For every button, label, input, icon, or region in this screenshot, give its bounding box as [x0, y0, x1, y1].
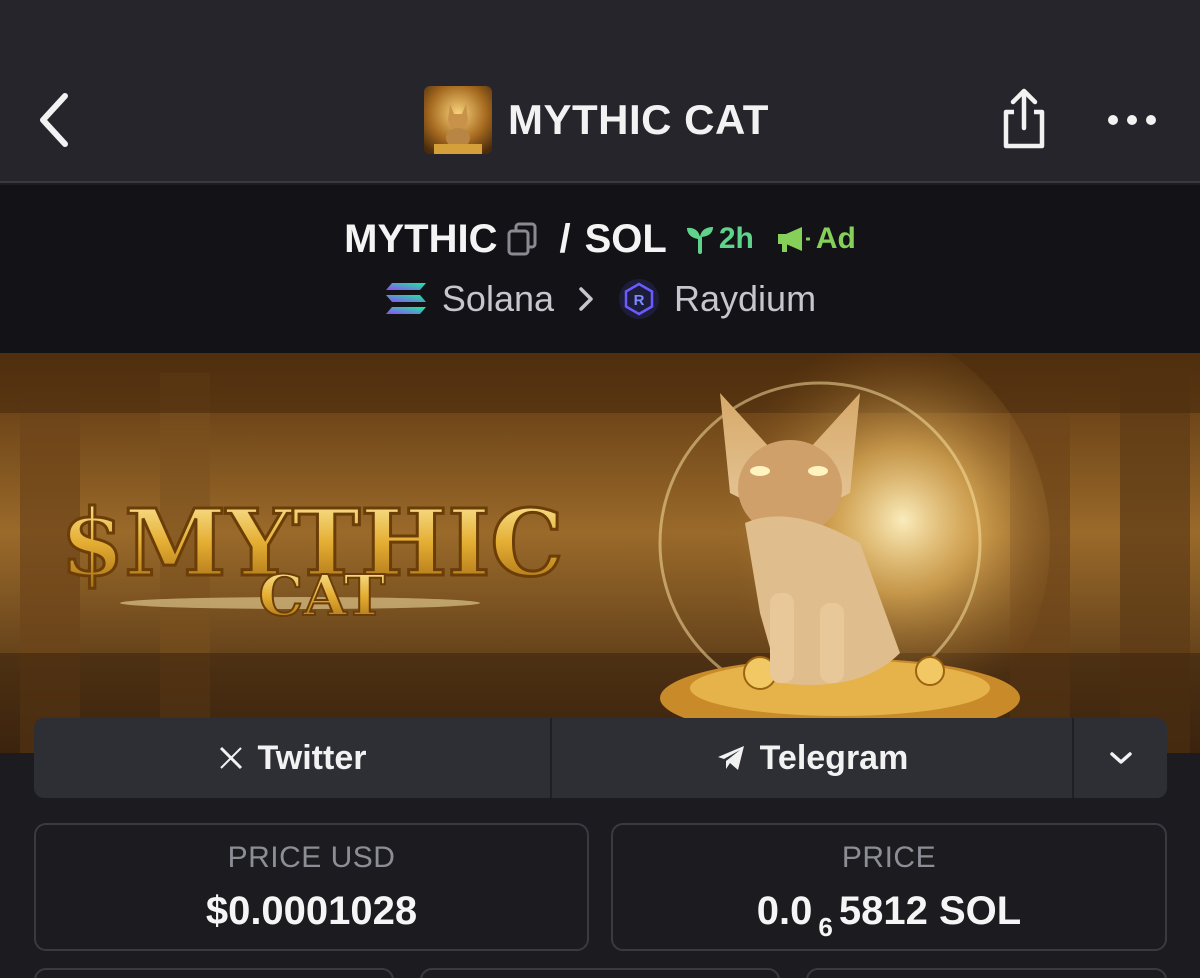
pair-age-badge: 2h	[685, 222, 754, 256]
top-header: MYTHIC CAT	[0, 0, 1200, 183]
price-usd-value: $0.0001028	[205, 889, 418, 933]
pair-info: MYTHIC / SOL 2h Ad Solana R Raydium	[0, 185, 1200, 353]
pair-quote-symbol: SOL	[584, 216, 667, 261]
price-native-card: PRICE 0.0 6 5812 SOL	[611, 823, 1167, 951]
telegram-button[interactable]: Telegram	[552, 718, 1074, 798]
social-links-bar: Twitter Telegram	[34, 718, 1167, 798]
header-title-group: MYTHIC CAT	[424, 86, 769, 154]
twitter-button[interactable]: Twitter	[34, 718, 552, 798]
pair-separator: /	[559, 216, 571, 261]
megaphone-icon	[777, 227, 810, 252]
more-socials-button[interactable]	[1074, 718, 1167, 798]
pair-title-row: MYTHIC / SOL 2h Ad	[0, 215, 1200, 263]
svg-text:R: R	[634, 292, 645, 309]
price-usd-card: PRICE USD $0.0001028	[34, 823, 589, 951]
stat-card-peek	[806, 968, 1167, 978]
twitter-label: Twitter	[257, 738, 367, 777]
ad-badge[interactable]: Ad	[776, 222, 856, 256]
ad-label: Ad	[815, 222, 856, 255]
price-native-zero-count: 6	[818, 912, 833, 942]
banner-title-line2: CAT	[259, 563, 386, 629]
telegram-label: Telegram	[759, 738, 909, 777]
solana-icon	[384, 281, 428, 317]
back-button[interactable]	[30, 88, 78, 152]
price-native-prefix: 0.0	[756, 889, 813, 933]
telegram-icon	[717, 746, 744, 770]
pair-base-symbol: MYTHIC	[344, 216, 498, 261]
chevron-left-icon	[40, 93, 68, 147]
share-button[interactable]	[996, 86, 1052, 154]
copy-icon[interactable]	[507, 222, 537, 256]
pair-age-text: 2h	[718, 222, 754, 255]
stat-card-peek	[420, 968, 780, 978]
chevron-right-icon	[578, 286, 594, 312]
more-options-button[interactable]	[1100, 96, 1164, 144]
raydium-icon: R	[618, 278, 660, 320]
price-native-digits: 5812	[838, 889, 928, 933]
price-native-value: 0.0 6 5812 SOL	[613, 889, 1165, 942]
stat-card-peek	[34, 968, 394, 978]
token-logo	[424, 86, 492, 154]
price-usd-label: PRICE USD	[227, 841, 396, 874]
more-horizontal-icon	[1108, 115, 1156, 125]
price-native-label: PRICE	[841, 841, 937, 874]
chevron-down-icon	[1109, 752, 1132, 764]
chain-name[interactable]: Solana	[442, 278, 554, 320]
sprout-icon	[686, 227, 713, 254]
dex-name[interactable]: Raydium	[674, 278, 816, 320]
share-icon	[1003, 88, 1045, 149]
price-native-unit: SOL	[938, 889, 1022, 933]
header-title: MYTHIC CAT	[508, 96, 769, 143]
x-logo-icon	[219, 746, 242, 770]
chain-dex-row: Solana R Raydium	[0, 277, 1200, 321]
token-banner-image: $MYTHIC CAT	[0, 353, 1200, 753]
